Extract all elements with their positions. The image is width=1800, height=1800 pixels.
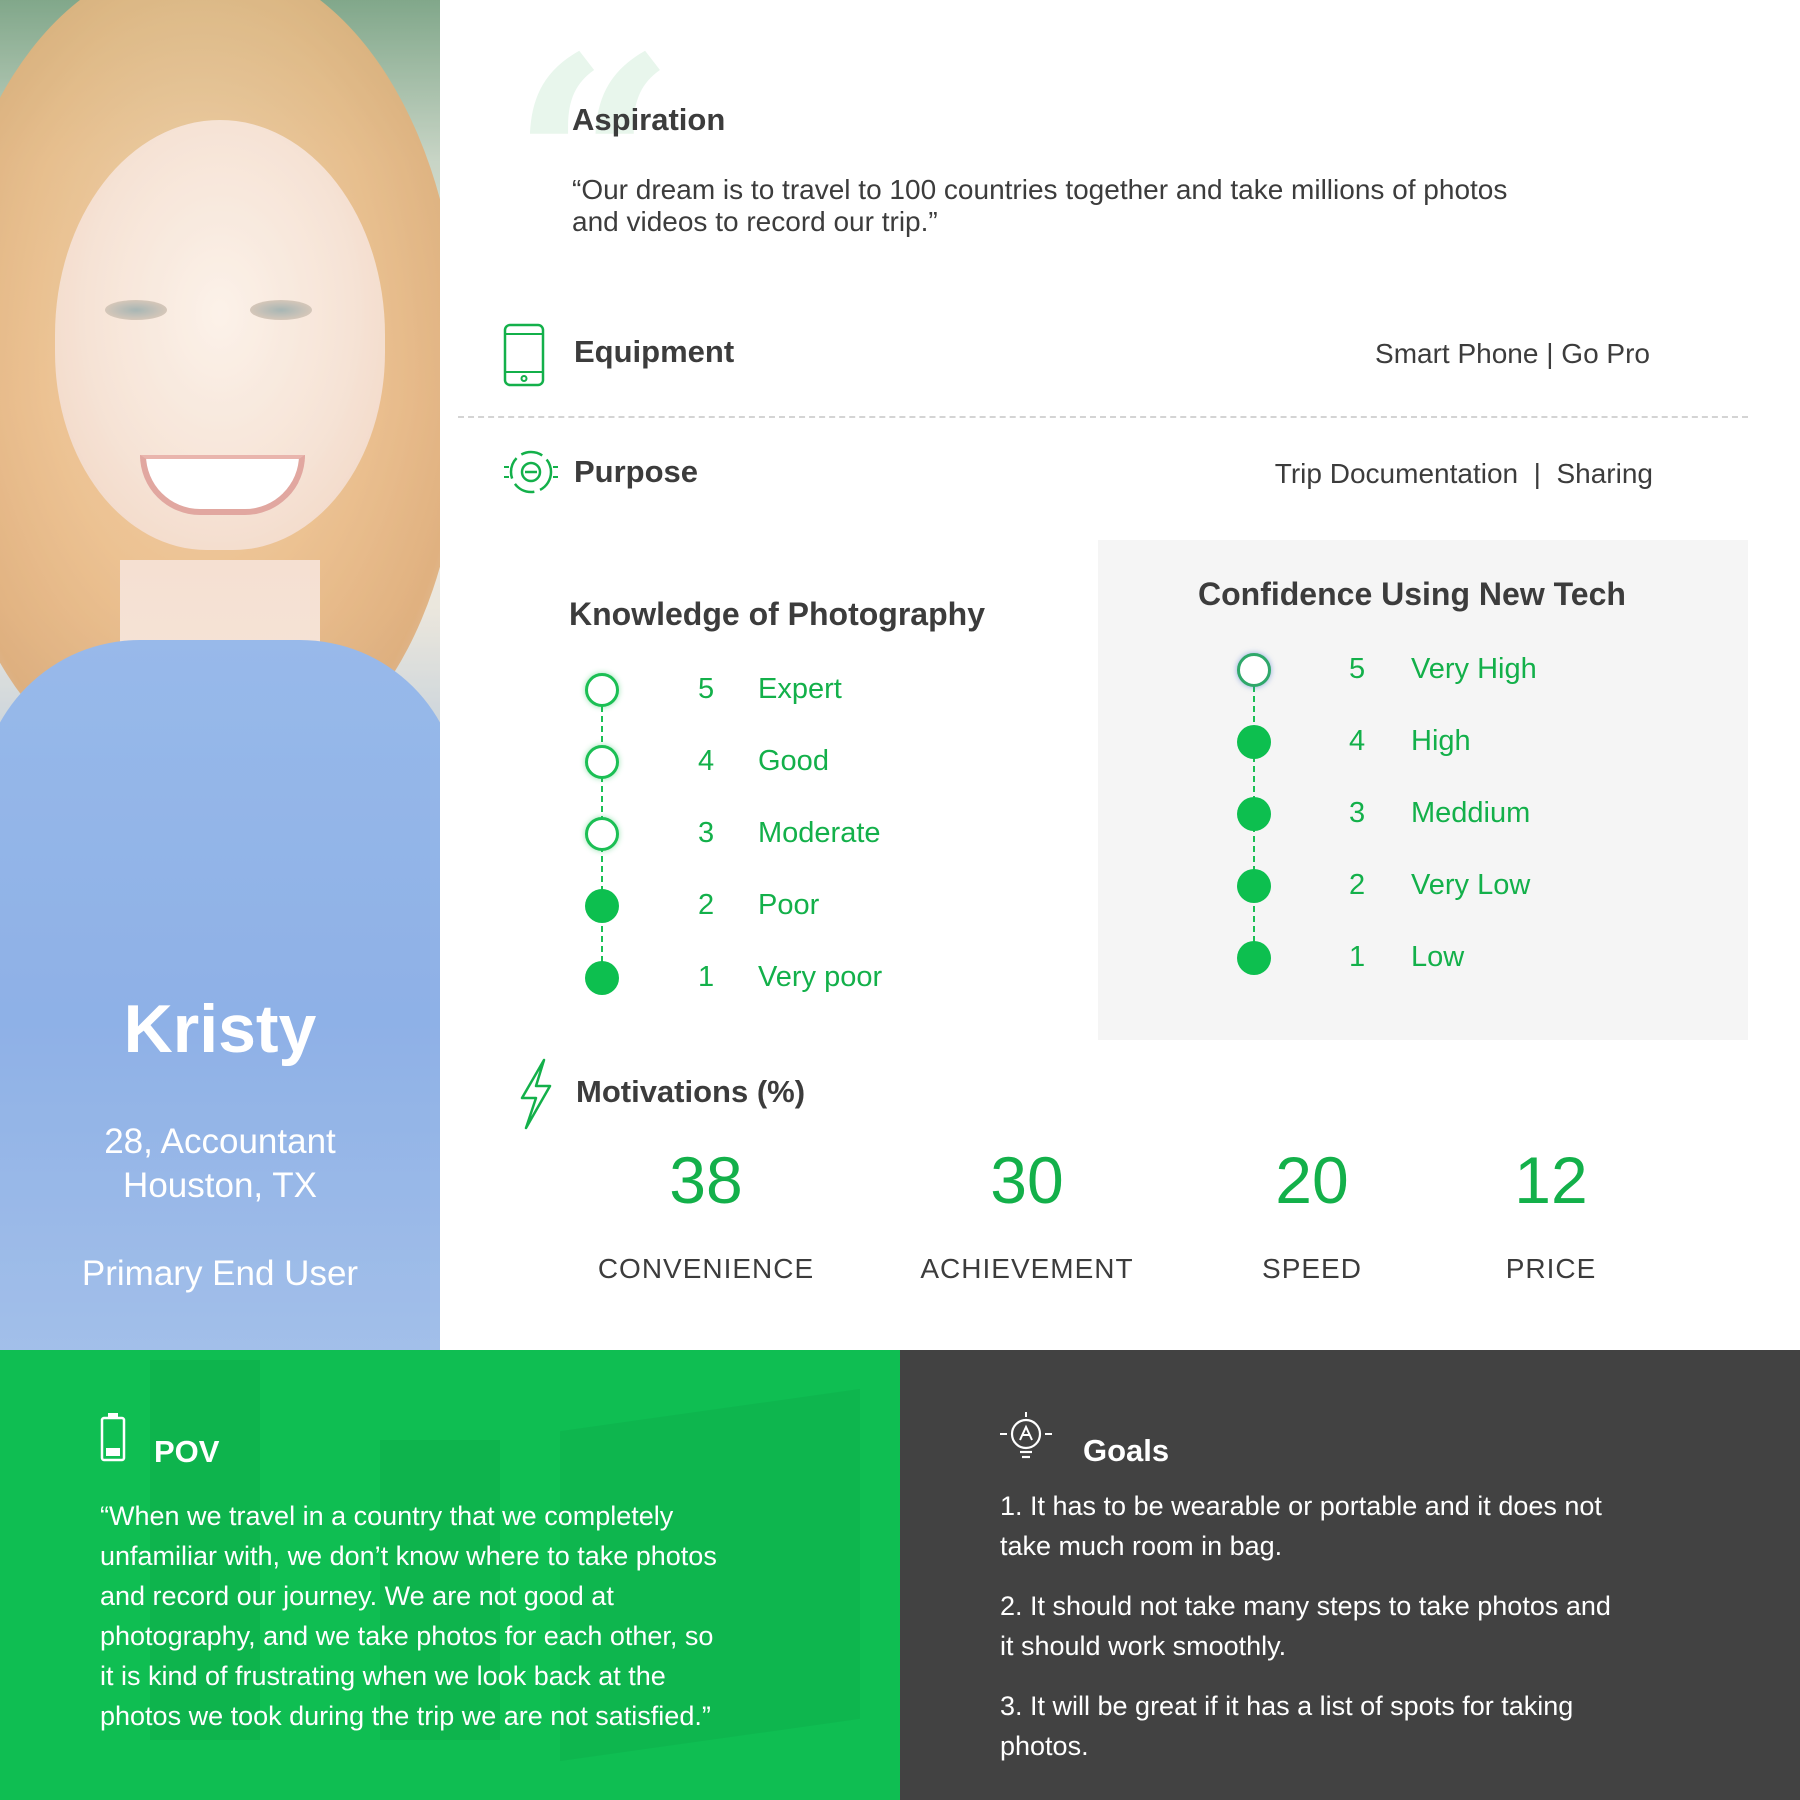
rating-number: 3 bbox=[698, 817, 715, 849]
rating-dot bbox=[585, 745, 619, 779]
rating-label: Very High bbox=[1411, 653, 1537, 685]
motivation-label: PRICE bbox=[1505, 1253, 1597, 1284]
motivations-title: Motivations (%) bbox=[576, 1074, 806, 1109]
rating-number: 4 bbox=[698, 745, 715, 777]
goal-item-line: 1. It has to be wearable or portable and… bbox=[1000, 1491, 1602, 1521]
rating-dot bbox=[1237, 725, 1271, 759]
goal-item-line: photos. bbox=[1000, 1731, 1089, 1761]
target-icon bbox=[504, 450, 558, 494]
confidence-title: Confidence Using New Tech bbox=[1198, 576, 1626, 612]
pov-line: “When we travel in a country that we com… bbox=[100, 1501, 674, 1531]
goal-item-line: 2. It should not take many steps to take… bbox=[1000, 1591, 1611, 1621]
rating-label: High bbox=[1411, 725, 1471, 757]
motivation-value: 12 bbox=[1514, 1143, 1588, 1217]
goal-item-line: take much room in bag. bbox=[1000, 1531, 1283, 1561]
rating-number: 1 bbox=[1349, 941, 1366, 973]
rating-label: Expert bbox=[758, 673, 842, 705]
knowledge-title: Knowledge of Photography bbox=[569, 596, 985, 632]
pov-line: and record our journey. We are not good … bbox=[100, 1581, 614, 1611]
persona-age-job: 28, Accountant bbox=[104, 1122, 336, 1161]
purpose-title: Purpose bbox=[574, 454, 699, 489]
smartphone-icon bbox=[503, 323, 545, 387]
quote-mark-icon: “ bbox=[510, 0, 677, 335]
battery-icon bbox=[100, 1413, 126, 1462]
motivation-label: ACHIEVEMENT bbox=[920, 1253, 1134, 1284]
rating-dot bbox=[1237, 869, 1271, 903]
rating-dot bbox=[1237, 653, 1271, 687]
rating-number: 1 bbox=[698, 961, 715, 993]
aspiration-title: Aspiration bbox=[572, 102, 726, 137]
rating-number: 4 bbox=[1349, 725, 1366, 757]
persona-role: Primary End User bbox=[81, 1254, 359, 1293]
section-divider bbox=[458, 416, 1748, 418]
rating-dot bbox=[585, 673, 619, 707]
rating-label: Very Low bbox=[1411, 869, 1531, 901]
equipment-title: Equipment bbox=[574, 334, 735, 369]
rating-label: Moderate bbox=[758, 817, 881, 849]
motivation-label: SPEED bbox=[1262, 1253, 1362, 1284]
rating-dot bbox=[1237, 941, 1271, 975]
rating-label: Poor bbox=[758, 889, 820, 921]
rating-dot bbox=[585, 817, 619, 851]
goals-title: Goals bbox=[1083, 1433, 1170, 1468]
rating-number: 5 bbox=[698, 673, 715, 705]
rating-number: 2 bbox=[1349, 869, 1366, 901]
goals-panel: Goals 1. It has to be wearable or portab… bbox=[900, 1350, 1800, 1800]
motivation-label: CONVENIENCE bbox=[597, 1253, 815, 1284]
rating-dot bbox=[585, 889, 619, 923]
rating-number: 5 bbox=[1349, 653, 1366, 685]
aspiration-quote-line2: and videos to record our trip.” bbox=[572, 206, 938, 237]
rating-label: Low bbox=[1411, 941, 1465, 973]
persona-name: Kristy bbox=[123, 991, 317, 1067]
purpose-value: Trip Documentation | Sharing bbox=[1274, 458, 1653, 489]
motivation-value: 30 bbox=[990, 1143, 1064, 1217]
pov-line: it is kind of frustrating when we look b… bbox=[100, 1661, 666, 1691]
lightbulb-icon bbox=[1000, 1412, 1052, 1459]
pov-title: POV bbox=[154, 1434, 220, 1469]
pov-line: photos we took during the trip we are no… bbox=[100, 1701, 711, 1731]
pov-line: unfamiliar with, we don’t know where to … bbox=[100, 1541, 717, 1571]
pov-panel: POV “When we travel in a country that we… bbox=[0, 1350, 900, 1800]
goal-item-line: it should work smoothly. bbox=[1000, 1631, 1287, 1661]
rating-label: Good bbox=[758, 745, 829, 777]
aspiration-quote-line1: “Our dream is to travel to 100 countries… bbox=[572, 174, 1508, 205]
rating-number: 3 bbox=[1349, 797, 1366, 829]
rating-dot bbox=[585, 961, 619, 995]
rating-number: 2 bbox=[698, 889, 715, 921]
pov-line: photography, and we take photos for each… bbox=[100, 1621, 714, 1651]
motivation-value: 38 bbox=[669, 1143, 743, 1217]
persona-location: Houston, TX bbox=[123, 1166, 317, 1205]
equipment-value: Smart Phone | Go Pro bbox=[1375, 338, 1650, 369]
lightning-icon bbox=[520, 1058, 552, 1130]
rating-label: Very poor bbox=[758, 961, 883, 993]
motivation-value: 20 bbox=[1275, 1143, 1349, 1217]
rating-label: Meddium bbox=[1411, 797, 1531, 829]
persona-photo: Kristy 28, Accountant Houston, TX Primar… bbox=[0, 0, 440, 1350]
goal-item-line: 3. It will be great if it has a list of … bbox=[1000, 1691, 1574, 1721]
rating-dot bbox=[1237, 797, 1271, 831]
